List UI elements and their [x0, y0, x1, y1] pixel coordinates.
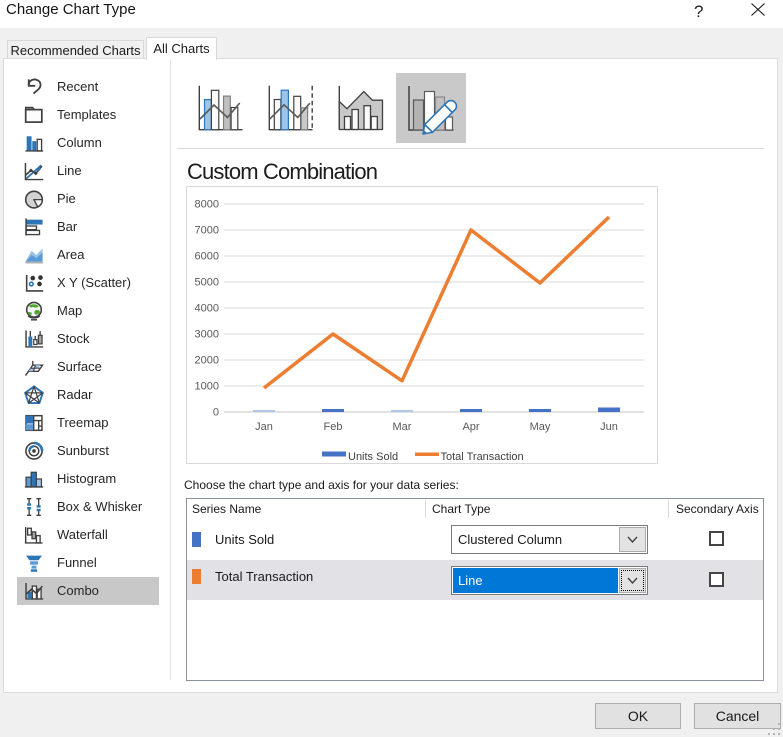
svg-text:0: 0 [213, 407, 219, 419]
svg-text:Jan: Jan [255, 421, 273, 433]
svg-text:Apr: Apr [462, 421, 479, 433]
svg-text:1000: 1000 [195, 381, 219, 393]
svg-text:Units Sold: Units Sold [348, 451, 398, 463]
svg-text:Mar: Mar [393, 421, 412, 433]
svg-text:May: May [530, 421, 551, 433]
svg-text:5000: 5000 [195, 277, 219, 289]
svg-text:Total Transaction: Total Transaction [441, 451, 524, 463]
svg-text:7000: 7000 [195, 225, 219, 237]
svg-text:Jun: Jun [600, 421, 618, 433]
svg-text:2000: 2000 [195, 355, 219, 367]
svg-text:6000: 6000 [195, 251, 219, 263]
svg-text:3000: 3000 [195, 329, 219, 341]
svg-text:8000: 8000 [195, 199, 219, 211]
svg-text:Feb: Feb [324, 421, 343, 433]
svg-text:4000: 4000 [195, 303, 219, 315]
